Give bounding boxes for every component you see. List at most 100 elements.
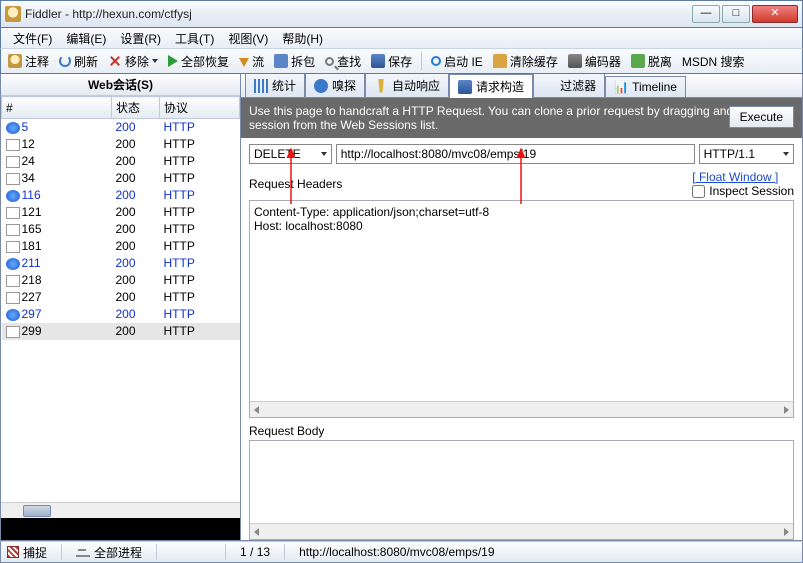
menu-settings[interactable]: 设置(R) [114, 29, 167, 48]
menu-edit[interactable]: 编辑(E) [60, 29, 112, 48]
tb-replay[interactable]: 全部恢复 [165, 52, 232, 71]
body-hscroll[interactable] [250, 523, 793, 539]
close-button[interactable]: ✕ [752, 5, 798, 23]
method-combo[interactable]: DELETE [249, 144, 332, 164]
document-icon [6, 241, 20, 253]
menu-view[interactable]: 视图(V) [222, 29, 274, 48]
tab-filter[interactable]: 过滤器 [533, 74, 605, 97]
table-row[interactable]: 121200HTTP [2, 204, 240, 221]
headers-hscroll[interactable] [250, 401, 793, 417]
stats-icon [254, 79, 268, 93]
col-proto[interactable]: 协议 [160, 97, 240, 119]
table-row[interactable]: 34200HTTP [2, 170, 240, 187]
inspect-checkbox[interactable] [692, 185, 705, 198]
sessions-pane: Web会话(S) # 状态 协议 5200HTTP12200HTTP24200H… [1, 74, 241, 540]
table-row[interactable]: 116200HTTP [2, 187, 240, 204]
dropdown-icon [783, 152, 789, 156]
encoder-icon [568, 54, 582, 68]
tb-detach[interactable]: 脱离 [628, 52, 675, 71]
tb-encoder[interactable]: 编码器 [565, 52, 624, 71]
tb-clear-cache[interactable]: 清除缓存 [490, 52, 561, 71]
globe-icon [6, 122, 20, 134]
ie-icon [431, 56, 441, 66]
tab-timeline[interactable]: 📊Timeline [605, 76, 686, 97]
composer-hint: Use this page to handcraft a HTTP Reques… [241, 98, 802, 138]
float-window-link[interactable]: [ Float Window ] [692, 170, 778, 184]
sessions-grid[interactable]: # 状态 协议 5200HTTP12200HTTP24200HTTP34200H… [1, 96, 240, 518]
document-icon [6, 173, 20, 185]
find-icon [325, 57, 334, 66]
play-icon [168, 55, 178, 67]
app-icon [5, 6, 21, 22]
tb-comment[interactable]: 注释 [5, 52, 52, 71]
main-area: Web会话(S) # 状态 协议 5200HTTP12200HTTP24200H… [0, 74, 803, 541]
clear-icon [493, 54, 507, 68]
table-row[interactable]: 211200HTTP [2, 255, 240, 272]
remove-icon [105, 51, 125, 71]
menu-tools[interactable]: 工具(T) [169, 29, 220, 48]
execute-button[interactable]: Execute [729, 106, 794, 128]
table-row[interactable]: 165200HTTP [2, 221, 240, 238]
filter-icon [542, 79, 556, 93]
minimize-button[interactable]: — [692, 5, 720, 23]
tab-stats[interactable]: 统计 [245, 74, 305, 97]
request-body-box[interactable] [249, 440, 794, 540]
sniff-icon [314, 79, 328, 93]
process-icon [76, 547, 90, 557]
table-row[interactable]: 227200HTTP [2, 289, 240, 306]
req-body-label: Request Body [249, 424, 324, 438]
menu-file[interactable]: 文件(F) [7, 29, 58, 48]
table-row[interactable]: 24200HTTP [2, 153, 240, 170]
status-bar: 捕捉 全部进程 1 / 13 http://localhost:8080/mvc… [0, 541, 803, 563]
menu-bar: 文件(F) 编辑(E) 设置(R) 工具(T) 视图(V) 帮助(H) [0, 28, 803, 48]
timeline-icon: 📊 [614, 80, 628, 94]
col-status[interactable]: 状态 [112, 97, 160, 119]
url-input[interactable] [336, 144, 695, 164]
sessions-hscroll[interactable] [1, 502, 240, 518]
quickexec-bar[interactable] [1, 518, 240, 540]
tab-composer[interactable]: 请求构造 [449, 74, 533, 98]
refresh-icon [59, 55, 71, 67]
table-row[interactable]: 12200HTTP [2, 136, 240, 153]
detach-icon [631, 54, 645, 68]
inspector-pane: 统计 嗅探 自动响应 请求构造 过滤器 📊Timeline Use this p… [241, 74, 802, 540]
tab-auto[interactable]: 自动响应 [365, 74, 449, 97]
status-allproc[interactable]: 全部进程 [76, 544, 142, 561]
table-row[interactable]: 5200HTTP [2, 119, 240, 136]
globe-icon [6, 309, 20, 321]
col-id[interactable]: # [2, 97, 112, 119]
globe-icon [6, 190, 20, 202]
table-row[interactable]: 181200HTTP [2, 238, 240, 255]
window-title: Fiddler - http://hexun.com/ctfysj [25, 7, 692, 21]
menu-help[interactable]: 帮助(H) [276, 29, 329, 48]
unhand-icon [274, 54, 288, 68]
table-row[interactable]: 297200HTTP [2, 306, 240, 323]
request-headers-box[interactable]: Content-Type: application/json;charset=u… [249, 200, 794, 418]
status-capture[interactable]: 捕捉 [7, 544, 47, 561]
tb-unhand[interactable]: 拆包 [271, 52, 318, 71]
table-row[interactable]: 218200HTTP [2, 272, 240, 289]
tb-remove[interactable]: 移除 [105, 52, 161, 71]
table-row[interactable]: 299200HTTP [2, 323, 240, 340]
dropdown-icon [152, 59, 158, 63]
tb-launch-ie[interactable]: 启动 IE [428, 52, 486, 71]
req-headers-label: Request Headers [249, 177, 342, 191]
lightning-icon [374, 79, 388, 93]
httpver-combo[interactable]: HTTP/1.1 [699, 144, 794, 164]
tb-refresh[interactable]: 刷新 [56, 52, 101, 71]
tb-stream[interactable]: 流 [236, 52, 267, 71]
maximize-button[interactable]: □ [722, 5, 750, 23]
document-icon [6, 275, 20, 287]
document-icon [6, 326, 20, 338]
inspector-tabs: 统计 嗅探 自动响应 请求构造 过滤器 📊Timeline [241, 74, 802, 98]
toolbar: 注释 刷新 移除 全部恢复 流 拆包 查找 保存 启动 IE 清除缓存 编码器 … [0, 48, 803, 74]
tab-sniff[interactable]: 嗅探 [305, 74, 365, 97]
tb-find[interactable]: 查找 [322, 52, 364, 71]
tb-save[interactable]: 保存 [368, 52, 415, 71]
scroll-thumb[interactable] [23, 505, 51, 517]
stream-icon [239, 58, 249, 67]
document-icon [6, 292, 20, 304]
document-icon [6, 207, 20, 219]
tb-msdn[interactable]: MSDN 搜索 [679, 52, 748, 71]
status-count: 1 / 13 [240, 545, 270, 559]
